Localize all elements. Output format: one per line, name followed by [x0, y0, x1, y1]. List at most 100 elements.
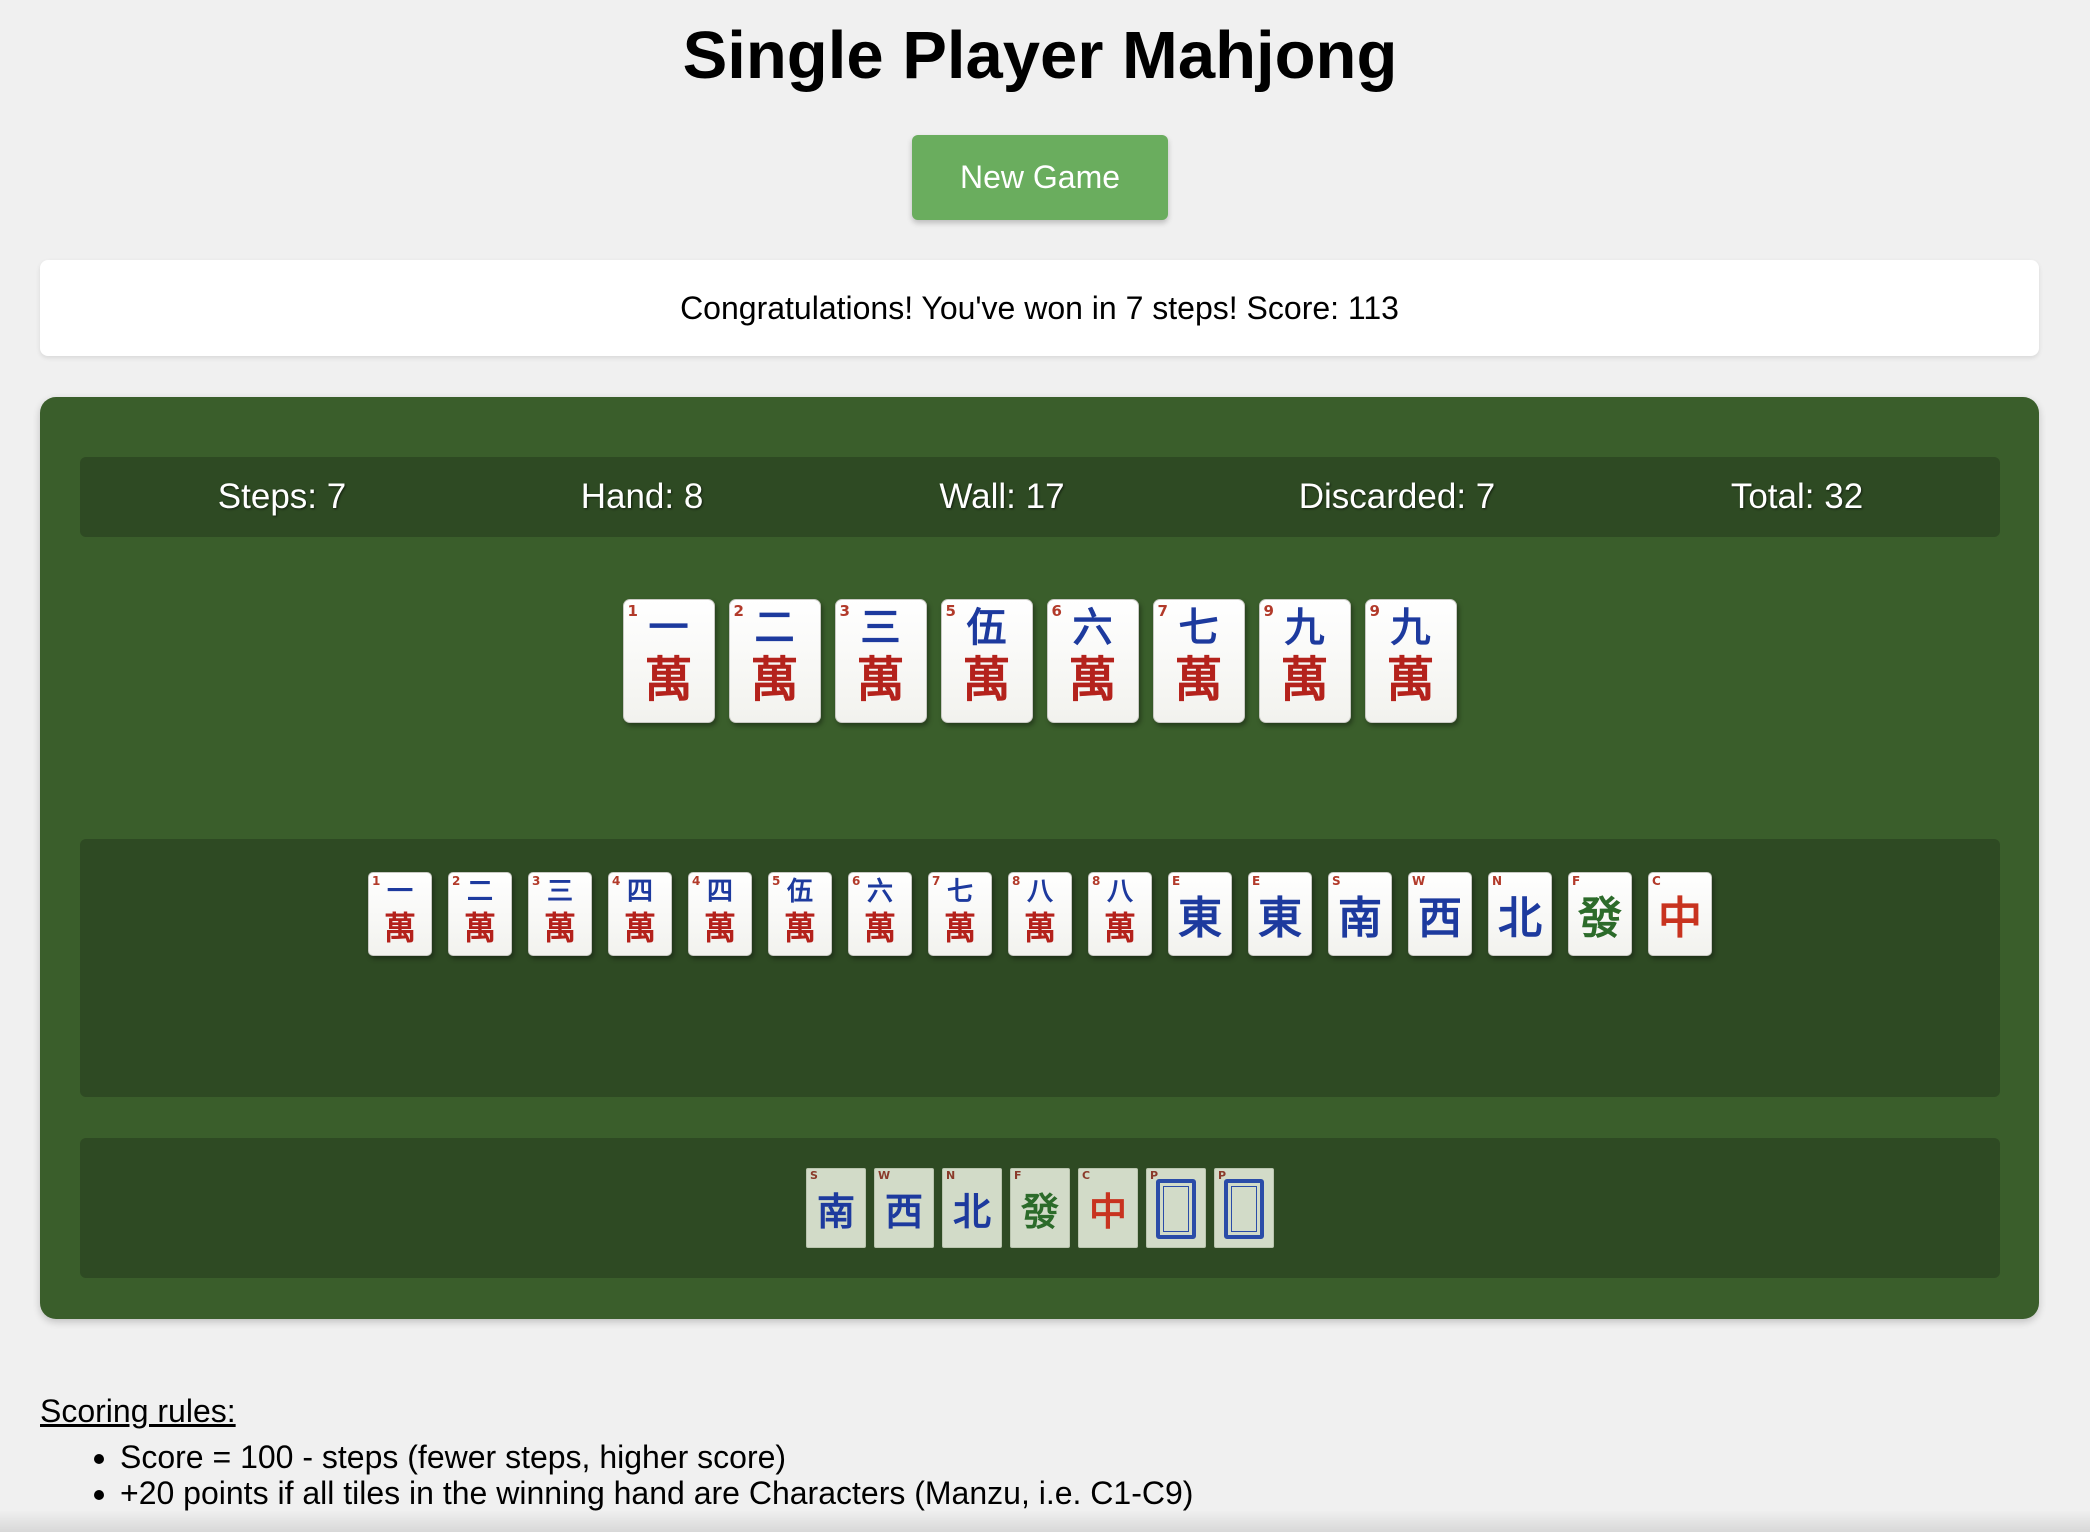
tile-number-glyph: 伍 [966, 604, 1007, 651]
scoring-rules-title: Scoring rules: [40, 1393, 236, 1429]
tile-honor-glyph: 北 [1498, 893, 1542, 944]
tile-honor-glyph: 北 [952, 1188, 991, 1234]
tile-suit-glyph: 萬 [856, 652, 905, 708]
tile-honor-glyph: 發 [1020, 1188, 1059, 1234]
tile-honor-glyph: 中 [1658, 893, 1702, 944]
white-dragon-tile: P [1214, 1168, 1274, 1248]
character-1-tile: 1一萬 [368, 872, 432, 956]
character-5-tile[interactable]: 5伍萬 [940, 599, 1033, 723]
character-2-tile[interactable]: 2二萬 [728, 599, 821, 723]
tile-honor-glyph: 東 [1178, 893, 1222, 944]
tile-number-glyph: 六 [1072, 604, 1113, 651]
tile-number-glyph: 九 [1284, 604, 1325, 651]
tile-suit-glyph: 萬 [1023, 909, 1056, 947]
win-message: Congratulations! You've won in 7 steps! … [40, 260, 2039, 356]
discard-tiles: S南W西N北F發C中PP [80, 1168, 2000, 1248]
total-stat: Total: 32 [1730, 477, 1864, 516]
wall-tiles: 1一萬2二萬3三萬4四萬4四萬5伍萬6六萬7七萬8八萬8八萬E東E東S南W西N北… [80, 872, 2000, 956]
character-8-tile: 8八萬 [1008, 872, 1072, 956]
tile-suit-glyph: 萬 [644, 652, 693, 708]
white-dragon-tile: P [1146, 1168, 1206, 1248]
white-dragon-frame [1224, 1179, 1264, 1239]
discarded-stat: Discarded: 7 [1298, 477, 1496, 516]
tile-number-glyph: 七 [946, 877, 973, 907]
character-8-tile: 8八萬 [1088, 872, 1152, 956]
tile-number-glyph: 六 [866, 877, 893, 907]
tile-honor-glyph: 南 [816, 1188, 855, 1234]
tile-suit-glyph: 萬 [623, 909, 656, 947]
tile-honor-glyph: 東 [1258, 893, 1302, 944]
tile-number-glyph: 一 [648, 604, 689, 651]
tile-number-glyph: 四 [626, 877, 653, 907]
tile-suit-glyph: 萬 [1174, 652, 1223, 708]
character-9-tile[interactable]: 9九萬 [1258, 599, 1351, 723]
wall-area: 1一萬2二萬3三萬4四萬4四萬5伍萬6六萬7七萬8八萬8八萬E東E東S南W西N北… [80, 839, 2000, 1097]
scoring-rule: +20 points if all tiles in the winning h… [120, 1475, 1940, 1511]
page-title: Single Player Mahjong [682, 18, 1398, 93]
character-7-tile: 7七萬 [928, 872, 992, 956]
tile-honor-glyph: 南 [1338, 893, 1382, 944]
tile-number-glyph: 七 [1178, 604, 1219, 651]
tile-number-glyph: 一 [386, 877, 413, 907]
tile-honor-glyph: 西 [884, 1188, 923, 1234]
tile-suit-glyph: 萬 [1280, 652, 1329, 708]
tile-suit-glyph: 萬 [1068, 652, 1117, 708]
south-wind-tile: S南 [806, 1168, 866, 1248]
tile-suit-glyph: 萬 [962, 652, 1011, 708]
character-4-tile: 4四萬 [608, 872, 672, 956]
scoring-rule: Score = 100 - steps (fewer steps, higher… [120, 1439, 1940, 1475]
south-wind-tile: S南 [1328, 872, 1392, 956]
discard-area: S南W西N北F發C中PP [80, 1138, 2000, 1278]
bottom-fade [0, 1510, 2090, 1532]
tile-number-glyph: 三 [546, 877, 573, 907]
tile-number-glyph: 八 [1026, 877, 1053, 907]
tile-suit-glyph: 萬 [863, 909, 896, 947]
tile-suit-glyph: 萬 [1386, 652, 1435, 708]
tile-suit-glyph: 萬 [703, 909, 736, 947]
white-dragon-frame [1156, 1179, 1196, 1239]
tile-number-glyph: 二 [754, 604, 795, 651]
character-3-tile: 3三萬 [528, 872, 592, 956]
east-wind-tile: E東 [1248, 872, 1312, 956]
new-game-button[interactable]: New Game [912, 135, 1168, 220]
west-wind-tile: W西 [874, 1168, 934, 1248]
tile-honor-glyph: 西 [1418, 893, 1462, 944]
character-2-tile: 2二萬 [448, 872, 512, 956]
tile-number-glyph: 九 [1390, 604, 1431, 651]
tile-suit-glyph: 萬 [783, 909, 816, 947]
north-wind-tile: N北 [1488, 872, 1552, 956]
north-wind-tile: N北 [942, 1168, 1002, 1248]
game-board: Steps: 7 Hand: 8 Wall: 17 Discarded: 7 T… [40, 397, 2039, 1319]
tile-suit-glyph: 萬 [383, 909, 416, 947]
stats-bar: Steps: 7 Hand: 8 Wall: 17 Discarded: 7 T… [80, 457, 2000, 537]
tile-suit-glyph: 萬 [463, 909, 496, 947]
character-4-tile: 4四萬 [688, 872, 752, 956]
tile-number-glyph: 三 [860, 604, 901, 651]
character-3-tile[interactable]: 3三萬 [834, 599, 927, 723]
tile-suit-glyph: 萬 [750, 652, 799, 708]
character-6-tile[interactable]: 6六萬 [1046, 599, 1139, 723]
character-7-tile[interactable]: 7七萬 [1152, 599, 1245, 723]
tile-number-glyph: 伍 [786, 877, 813, 907]
red-dragon-tile: C中 [1648, 872, 1712, 956]
green-dragon-tile: F發 [1568, 872, 1632, 956]
tile-honor-glyph: 發 [1578, 893, 1622, 944]
character-5-tile: 5伍萬 [768, 872, 832, 956]
tile-suit-glyph: 萬 [1103, 909, 1136, 947]
hand-stat: Hand: 8 [580, 477, 704, 516]
tile-suit-glyph: 萬 [943, 909, 976, 947]
steps-stat: Steps: 7 [217, 477, 347, 516]
scoring-rules: Scoring rules: Score = 100 - steps (fewe… [40, 1393, 1940, 1511]
character-1-tile[interactable]: 1一萬 [622, 599, 715, 723]
green-dragon-tile: F發 [1010, 1168, 1070, 1248]
tile-suit-glyph: 萬 [543, 909, 576, 947]
character-9-tile[interactable]: 9九萬 [1364, 599, 1457, 723]
east-wind-tile: E東 [1168, 872, 1232, 956]
player-hand: 1一萬2二萬3三萬5伍萬6六萬7七萬9九萬9九萬 [40, 599, 2039, 723]
tile-honor-glyph: 中 [1088, 1188, 1127, 1234]
tile-number-glyph: 四 [706, 877, 733, 907]
west-wind-tile: W西 [1408, 872, 1472, 956]
tile-number-glyph: 二 [466, 877, 493, 907]
scoring-rules-list: Score = 100 - steps (fewer steps, higher… [40, 1439, 1940, 1511]
page: Single Player Mahjong New Game Congratul… [0, 0, 2090, 1532]
